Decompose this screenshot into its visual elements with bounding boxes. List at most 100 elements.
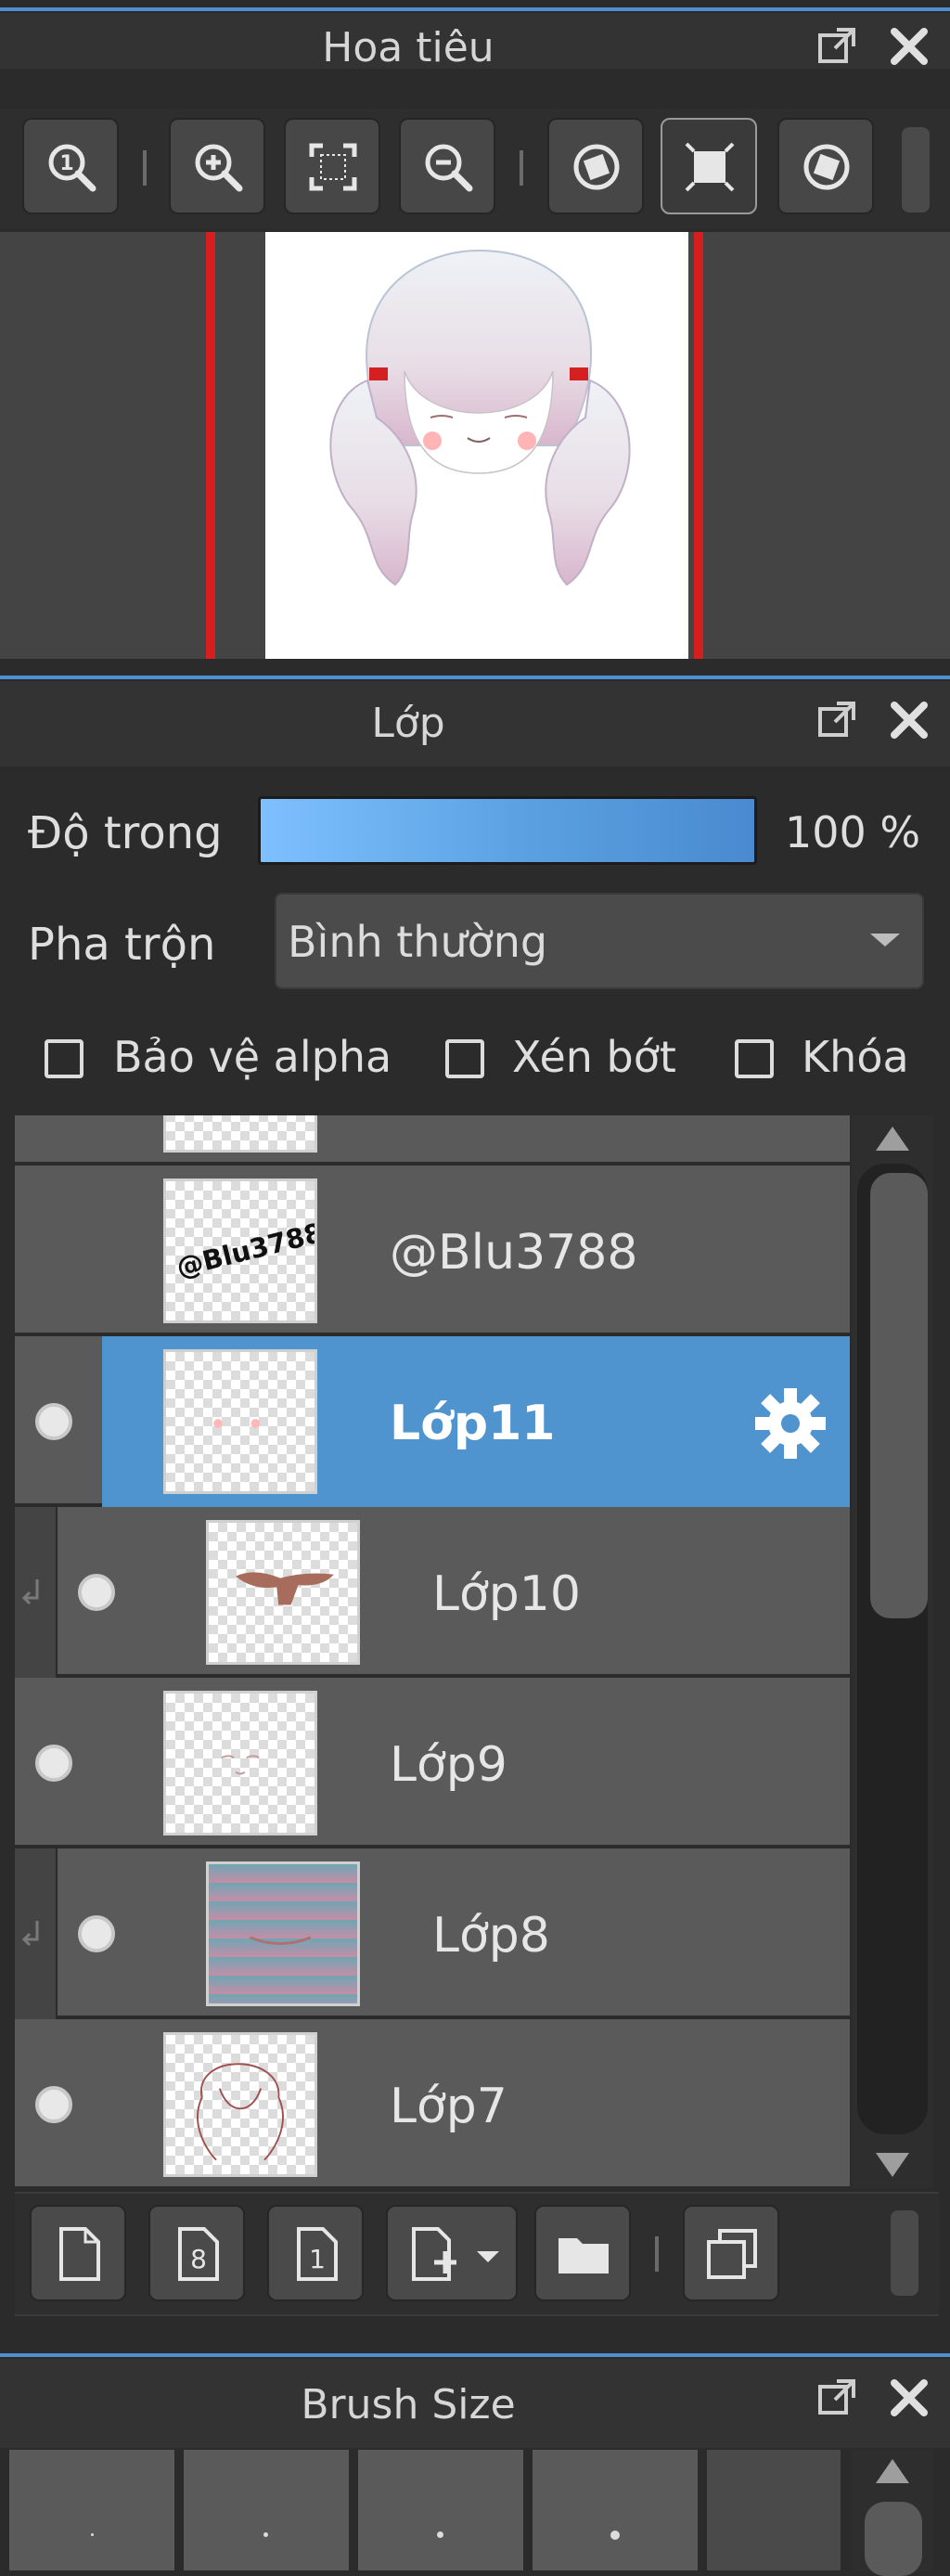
zoom-actual-button[interactable]: 1 xyxy=(22,118,119,214)
layer-row[interactable]: @Blu3788 @Blu3788 xyxy=(15,1166,850,1336)
layer-name: Lớp11 xyxy=(390,1396,556,1451)
popout-icon[interactable] xyxy=(816,2377,857,2418)
layer-thumbnail: @Blu3788 xyxy=(163,1179,317,1323)
character-drawing xyxy=(329,249,631,586)
fit-screen-icon xyxy=(309,143,357,191)
blend-mode-value: Bình thường xyxy=(288,917,548,967)
duplicate-layer-button[interactable] xyxy=(683,2205,779,2301)
visibility-icon[interactable] xyxy=(78,1915,115,1952)
svg-text:8: 8 xyxy=(190,2244,207,2274)
layers-header: Lớp xyxy=(0,681,950,766)
flip-frame-button[interactable] xyxy=(661,118,757,214)
panel-top-accent xyxy=(0,2353,950,2357)
brush-size-cell[interactable] xyxy=(358,2450,529,2570)
brush-size-cell[interactable] xyxy=(533,2450,703,2570)
add-layer-menu-icon xyxy=(412,2227,456,2281)
opacity-slider[interactable] xyxy=(258,796,757,865)
visibility-icon[interactable] xyxy=(35,2086,72,2123)
popout-icon[interactable] xyxy=(816,700,857,741)
zoom-out-icon xyxy=(425,144,473,192)
rotate-right-button[interactable] xyxy=(777,118,874,214)
layer-row[interactable] xyxy=(15,1115,850,1166)
layer-thumbnail xyxy=(206,1520,360,1665)
new-layer-button[interactable] xyxy=(30,2205,126,2301)
layer-list-scrollbar[interactable] xyxy=(852,1115,933,2188)
scroll-up-icon[interactable] xyxy=(876,2459,909,2483)
navigator-toolbar: 1 xyxy=(0,109,950,229)
add-layer-menu-button[interactable] xyxy=(386,2205,518,2301)
rotate-left-button[interactable] xyxy=(547,118,644,214)
layer-thumbnail xyxy=(163,1115,317,1153)
brush-size-header: Brush Size xyxy=(0,2359,950,2448)
brush-size-grid xyxy=(0,2450,950,2576)
new-folder-button[interactable] xyxy=(534,2205,631,2301)
layer-thumbnail xyxy=(163,2032,317,2177)
close-icon[interactable] xyxy=(889,700,930,741)
new-8bit-layer-button[interactable]: 8 xyxy=(148,2205,245,2301)
layer-thumbnail xyxy=(163,1349,317,1494)
layers-title: Lớp xyxy=(371,700,445,747)
brush-size-title: Brush Size xyxy=(301,2381,516,2428)
protect-alpha-checkbox[interactable] xyxy=(45,1039,83,1078)
clipping-checkbox[interactable] xyxy=(445,1039,484,1078)
layer-list: @Blu3788 @Blu3788 Lớp11 Lớp10 Lớp9 Lớp8 … xyxy=(15,1115,850,2188)
toolbar-separator xyxy=(520,150,523,186)
toolbar-scrollbar[interactable] xyxy=(891,2210,918,2296)
toolbar-scrollbar[interactable] xyxy=(902,127,930,213)
new-layer-icon xyxy=(59,2227,100,2281)
layer-thumbnail xyxy=(206,1861,360,2006)
svg-text:@Blu3788: @Blu3788 xyxy=(173,1217,315,1283)
layer-name: @Blu3788 xyxy=(390,1225,638,1281)
protect-alpha-label: Bảo vệ alpha xyxy=(113,1032,392,1082)
rotate-right-icon xyxy=(803,144,850,190)
layer-row-selected[interactable]: Lớp11 xyxy=(15,1336,850,1507)
blend-mode-select[interactable]: Bình thường xyxy=(275,893,924,989)
visibility-icon[interactable] xyxy=(35,1403,72,1440)
panel-top-accent xyxy=(0,676,950,679)
scroll-down-icon[interactable] xyxy=(876,2153,909,2177)
layer-row[interactable]: Lớp7 xyxy=(15,2019,850,2188)
blend-label: Pha trộn xyxy=(28,919,216,971)
close-icon[interactable] xyxy=(889,2377,930,2418)
scroll-up-icon[interactable] xyxy=(876,1127,909,1151)
visibility-icon[interactable] xyxy=(35,1745,72,1782)
zoom-out-button[interactable] xyxy=(399,118,495,214)
visibility-icon[interactable] xyxy=(78,1574,115,1611)
clipping-indicator xyxy=(15,1507,58,1678)
brush-size-cell[interactable] xyxy=(184,2450,354,2570)
folder-icon xyxy=(558,2238,609,2273)
scroll-thumb[interactable] xyxy=(865,2502,922,2576)
gear-icon[interactable] xyxy=(751,1385,829,1462)
opacity-label: Độ trong xyxy=(28,807,223,859)
scroll-track[interactable] xyxy=(857,1164,928,2134)
fit-screen-button[interactable] xyxy=(284,118,380,214)
flip-frame-icon xyxy=(685,142,735,192)
layer-row[interactable]: Lớp8 xyxy=(15,1848,850,2019)
brush-size-cell[interactable] xyxy=(9,2450,180,2570)
layer-name: Lớp8 xyxy=(432,1908,550,1964)
scroll-thumb[interactable] xyxy=(870,1173,928,1618)
layer-name: Lớp9 xyxy=(390,1737,507,1793)
layer-row[interactable]: Lớp10 xyxy=(15,1507,850,1678)
navigator-preview[interactable] xyxy=(0,232,950,659)
navigator-title: Hoa tiêu xyxy=(322,24,494,71)
zoom-actual-icon: 1 xyxy=(48,144,96,192)
svg-text:1: 1 xyxy=(309,2244,326,2274)
zoom-in-button[interactable] xyxy=(169,118,265,214)
clipping-label: Xén bớt xyxy=(512,1032,676,1082)
new-1bit-layer-button[interactable]: 1 xyxy=(267,2205,364,2301)
svg-text:1: 1 xyxy=(59,152,73,175)
zoom-in-icon xyxy=(195,144,243,192)
layer-row[interactable]: Lớp9 xyxy=(15,1678,850,1848)
brush-size-scrollbar[interactable] xyxy=(852,2450,933,2576)
chevron-down-icon xyxy=(477,2251,499,2262)
lock-checkbox[interactable] xyxy=(735,1039,774,1078)
layer-name: Lớp10 xyxy=(432,1566,581,1622)
layer-thumbnail xyxy=(163,1691,317,1835)
right-guide-line xyxy=(694,232,703,659)
close-icon[interactable] xyxy=(889,26,930,67)
new-1bit-layer-icon: 1 xyxy=(297,2227,338,2281)
brush-size-cell[interactable] xyxy=(707,2450,846,2570)
navigator-header: Hoa tiêu xyxy=(0,13,950,71)
popout-icon[interactable] xyxy=(816,26,857,67)
